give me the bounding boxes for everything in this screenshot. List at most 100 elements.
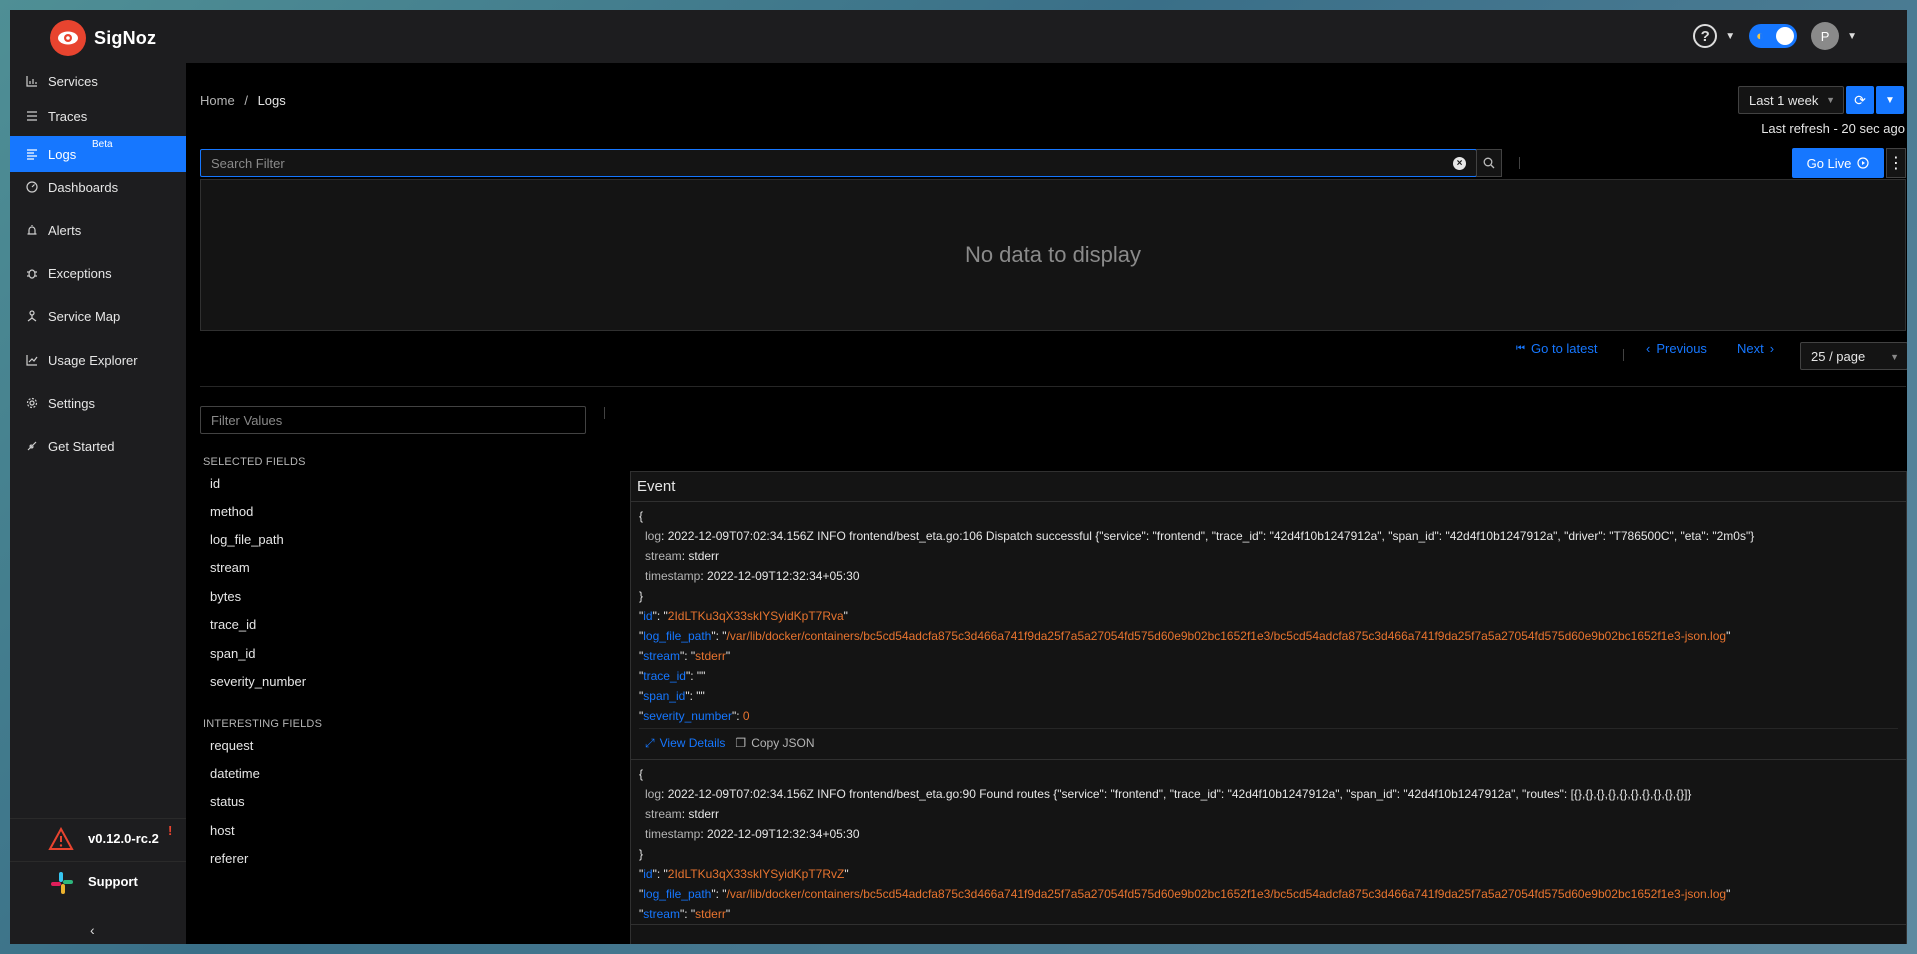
selected-fields-heading: SELECTED FIELDS xyxy=(203,456,306,468)
log-message: 2022-12-09T07:02:34.156Z INFO frontend/b… xyxy=(667,787,1692,801)
support-item[interactable]: Support xyxy=(10,861,186,901)
sidebar-item-service-map[interactable]: Service Map xyxy=(10,298,186,334)
support-label: Support xyxy=(88,874,138,889)
go-live-button[interactable]: Go Live xyxy=(1792,148,1884,178)
interesting-field[interactable]: status xyxy=(210,794,245,809)
deployment-icon xyxy=(26,310,38,322)
log-line: log: 2022-12-09T07:02:34.156Z INFO front… xyxy=(645,529,1755,543)
last-refresh-text: Last refresh - 20 sec ago xyxy=(1761,121,1905,136)
sidebar-item-dashboards[interactable]: Dashboards xyxy=(10,169,186,205)
filter-values-box[interactable] xyxy=(200,406,586,434)
chevron-down-icon: ▼ xyxy=(1826,95,1835,105)
breadcrumb-home[interactable]: Home xyxy=(200,93,235,108)
log-file-path-line: "log_file_path": "/var/lib/docker/contai… xyxy=(639,629,1731,643)
selected-field[interactable]: method xyxy=(210,504,253,519)
page-size-select[interactable]: 25 / page ▼ xyxy=(1800,342,1907,370)
signoz-eye-icon xyxy=(50,20,86,56)
step-backward-icon: ⏮ xyxy=(1516,343,1525,354)
id-line: "id": "2IdLTKu3qX33skIYSyidKpT7Rva" xyxy=(639,609,848,623)
go-live-label: Go Live xyxy=(1806,155,1852,171)
search-filter-box[interactable]: × xyxy=(200,149,1477,177)
selected-field[interactable]: id xyxy=(210,476,220,491)
timestamp-value: 2022-12-09T12:32:34+05:30 xyxy=(707,827,860,841)
stream-value: stderr xyxy=(688,807,720,821)
logs-histogram: No data to display xyxy=(200,179,1906,331)
selected-field[interactable]: stream xyxy=(210,560,250,575)
chevron-left-icon[interactable]: ‹ xyxy=(90,922,95,938)
chevron-left-icon: ‹ xyxy=(1646,341,1651,356)
refresh-interval-dropdown[interactable]: ▼ xyxy=(1876,86,1904,114)
top-right-controls: ? ▼ ◐ P ▼ xyxy=(1693,22,1857,50)
go-to-latest-button[interactable]: ⏮ Go to latest xyxy=(1516,341,1597,356)
search-button[interactable] xyxy=(1476,149,1502,177)
selected-field[interactable]: severity_number xyxy=(210,674,306,689)
sidebar-item-alerts[interactable]: Alerts xyxy=(10,212,186,248)
refresh-button[interactable]: ⟳ xyxy=(1846,86,1874,114)
bar-chart-icon xyxy=(26,75,38,87)
breadcrumb-separator: / xyxy=(244,93,248,108)
selected-field[interactable]: log_file_path xyxy=(210,532,284,547)
interesting-field[interactable]: datetime xyxy=(210,766,260,781)
sidebar-item-label: Get Started xyxy=(48,438,115,454)
sidebar-item-logs[interactable]: Logs Beta xyxy=(10,136,186,172)
top-bar: SigNoz ? ▼ ◐ P ▼ xyxy=(10,10,1907,63)
copy-json-button[interactable]: ❐ Copy JSON xyxy=(735,733,814,753)
id-value: 2IdLTKu3qX33skIYSyidKpT7RvZ xyxy=(667,867,845,881)
filter-values-input[interactable] xyxy=(201,407,585,433)
theme-toggle[interactable]: ◐ xyxy=(1749,24,1798,48)
breadcrumb-current: Logs xyxy=(257,93,286,108)
selected-field[interactable]: trace_id xyxy=(210,617,256,632)
warning-icon xyxy=(48,826,74,854)
sidebar-item-usage-explorer[interactable]: Usage Explorer xyxy=(10,342,186,378)
sidebar-item-exceptions[interactable]: Exceptions xyxy=(10,255,186,291)
log-card: { log: 2022-12-09T07:02:34.156Z INFO fro… xyxy=(631,760,1906,925)
sidebar-item-label: Traces xyxy=(48,108,88,124)
help-icon[interactable]: ? xyxy=(1693,24,1718,48)
previous-page-button[interactable]: ‹ Previous xyxy=(1646,341,1707,356)
list-icon xyxy=(26,110,38,122)
stream-line: stream: stderr xyxy=(645,549,720,563)
version-alert-badge: ! xyxy=(168,823,173,838)
time-range-select[interactable]: Last 1 week ▼ xyxy=(1738,86,1844,114)
stream-line: stream: stderr xyxy=(645,807,720,821)
log-file-path-line: "log_file_path": "/var/lib/docker/contai… xyxy=(639,887,1731,901)
sidebar-item-services[interactable]: Services xyxy=(10,63,186,99)
interesting-field[interactable]: referer xyxy=(210,851,248,866)
sidebar-item-settings[interactable]: Settings xyxy=(10,385,186,421)
pager-divider xyxy=(1623,349,1624,361)
trace-id-line: "trace_id": "" xyxy=(639,669,706,683)
sidebar-item-label: Alerts xyxy=(48,222,82,238)
previous-label: Previous xyxy=(1656,341,1707,356)
selected-field[interactable]: bytes xyxy=(210,589,241,604)
avatar[interactable]: P xyxy=(1811,22,1840,50)
version-item[interactable]: v0.12.0-rc.2 ! xyxy=(10,818,186,858)
chevron-down-icon: ▼ xyxy=(1885,94,1895,106)
sidebar-item-label: Exceptions xyxy=(48,265,112,281)
stream-value: stderr xyxy=(688,549,720,563)
interesting-fields-heading: INTERESTING FIELDS xyxy=(203,718,323,730)
toggle-knob xyxy=(1776,27,1795,45)
version-label: v0.12.0-rc.2 xyxy=(88,831,159,846)
dashboard-icon xyxy=(26,181,38,193)
selected-field[interactable]: span_id xyxy=(210,646,256,661)
chevron-down-icon[interactable]: ▼ xyxy=(1725,31,1735,42)
close-circle-icon[interactable]: × xyxy=(1453,157,1466,170)
chevron-down-icon[interactable]: ▼ xyxy=(1847,31,1857,42)
api-icon xyxy=(26,440,38,452)
sidebar-item-label: Service Map xyxy=(48,308,121,324)
interesting-field[interactable]: request xyxy=(210,738,253,753)
sidebar-item-label: Usage Explorer xyxy=(48,352,138,368)
brand-logo[interactable]: SigNoz xyxy=(50,20,156,56)
next-page-button[interactable]: Next › xyxy=(1737,341,1774,356)
sidebar-item-traces[interactable]: Traces xyxy=(10,98,186,134)
sidebar-item-label: Dashboards xyxy=(48,179,119,195)
log-message: 2022-12-09T07:02:34.156Z INFO frontend/b… xyxy=(667,529,1755,543)
sidebar-item-get-started[interactable]: Get Started xyxy=(10,428,186,464)
interesting-field[interactable]: host xyxy=(210,823,235,838)
more-options-button[interactable]: ⋮ xyxy=(1886,148,1906,178)
main-content: Home / Logs Last 1 week ▼ ⟳ ▼ Last refre… xyxy=(186,63,1907,944)
search-input[interactable] xyxy=(201,150,1476,176)
view-details-button[interactable]: ⤢ View Details xyxy=(645,733,725,753)
log-file-path-value: /var/lib/docker/containers/bc5cd54adcfa8… xyxy=(726,887,1727,901)
span-id-line: "span_id": "" xyxy=(639,689,705,703)
